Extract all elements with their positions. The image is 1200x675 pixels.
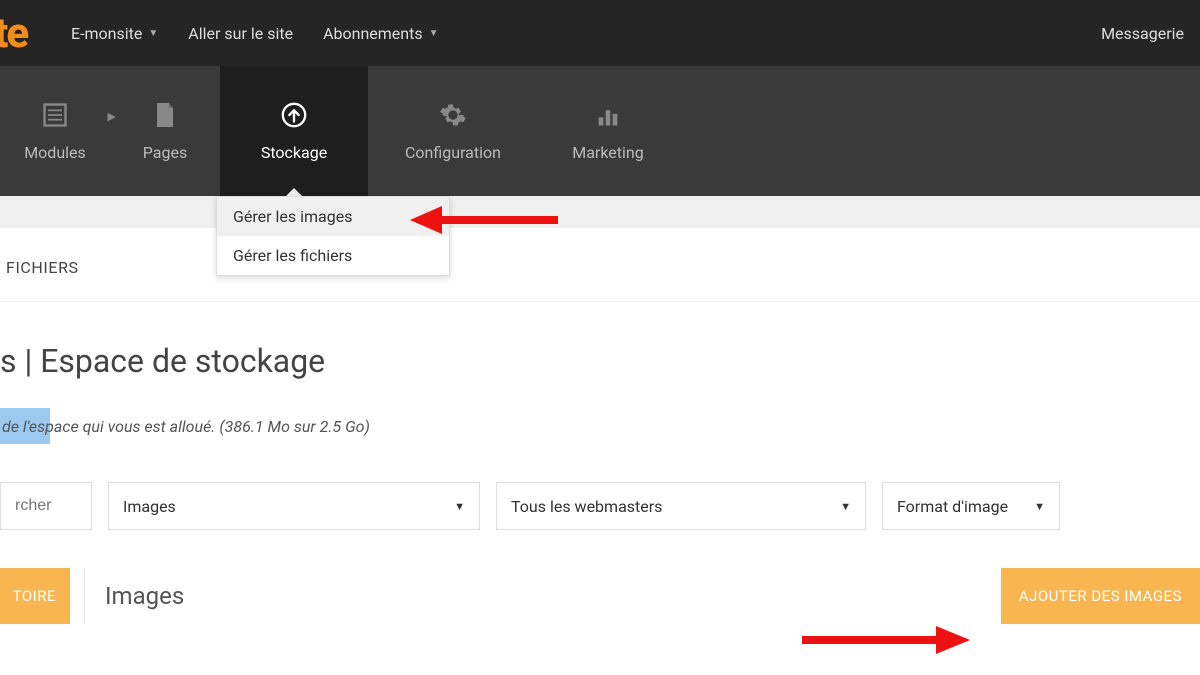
upload-icon <box>280 101 308 129</box>
section-title: Images <box>105 582 184 610</box>
directory-button[interactable]: TOIRE <box>0 568 70 624</box>
dropdown-label: Gérer les fichiers <box>233 246 352 265</box>
nav-item-pages[interactable]: Pages <box>110 66 220 196</box>
subnav-bar <box>0 196 1200 228</box>
top-menu-label: Aller sur le site <box>188 24 293 43</box>
page-title: s | Espace de stockage <box>0 302 1200 380</box>
top-menu: E-monsite ▼ Aller sur le site Abonnement… <box>71 24 439 43</box>
caret-down-icon: ▼ <box>429 28 439 39</box>
select-label: Format d'image <box>897 497 1008 516</box>
main-nav: Modules ▶ Pages Stockage Configuration M… <box>0 66 1200 196</box>
nav-label: Configuration <box>405 143 501 162</box>
caret-down-icon: ▼ <box>840 500 851 513</box>
chart-icon <box>594 101 622 129</box>
nav-label: Pages <box>143 143 187 162</box>
breadcrumb: FICHIERS <box>0 228 1200 277</box>
nav-label: Marketing <box>572 143 643 162</box>
nav-item-stockage[interactable]: Stockage <box>220 66 368 196</box>
nav-item-configuration[interactable]: Configuration <box>368 66 538 196</box>
select-label: Images <box>123 497 176 516</box>
filters-row: Images ▼ Tous les webmasters ▼ Format d'… <box>0 482 1200 530</box>
caret-down-icon: ▼ <box>454 500 465 513</box>
filter-select-type[interactable]: Images ▼ <box>108 482 480 530</box>
gear-icon <box>439 101 467 129</box>
top-menu-label: Messagerie <box>1101 24 1184 43</box>
top-menu-label: Abonnements <box>323 24 423 43</box>
nav-item-modules[interactable]: Modules ▶ <box>0 66 110 196</box>
logo[interactable]: te <box>0 0 55 66</box>
dropdown-label: Gérer les images <box>233 207 352 226</box>
page-icon <box>151 101 179 129</box>
annotation-arrow-2 <box>800 620 970 660</box>
topbar: te E-monsite ▼ Aller sur le site Abonnem… <box>0 0 1200 66</box>
filter-select-webmaster[interactable]: Tous les webmasters ▼ <box>496 482 866 530</box>
storage-usage-text: de l'espace qui vous est alloué. (386.1 … <box>0 417 370 436</box>
logo-text: te <box>0 9 27 58</box>
nav-label: Modules <box>24 143 86 162</box>
filter-select-format[interactable]: Format d'image ▼ <box>882 482 1060 530</box>
top-menu-abonnements[interactable]: Abonnements ▼ <box>323 24 438 43</box>
top-menu-goto-site[interactable]: Aller sur le site <box>188 24 293 43</box>
button-label: TOIRE <box>13 587 56 605</box>
top-menu-emonsite[interactable]: E-monsite ▼ <box>71 24 158 43</box>
top-menu-messagerie[interactable]: Messagerie <box>1101 24 1184 43</box>
bottom-row: TOIRE Images AJOUTER DES IMAGES <box>0 568 1200 624</box>
add-images-button[interactable]: AJOUTER DES IMAGES <box>1001 568 1200 624</box>
button-label: AJOUTER DES IMAGES <box>1019 587 1182 605</box>
annotation-arrow-1 <box>410 200 560 240</box>
nav-item-marketing[interactable]: Marketing <box>538 66 678 196</box>
select-label: Tous les webmasters <box>511 497 662 516</box>
nav-label: Stockage <box>261 143 327 162</box>
top-menu-label: E-monsite <box>71 24 142 43</box>
vertical-divider <box>84 568 85 624</box>
storage-usage-bar: de l'espace qui vous est alloué. (386.1 … <box>0 408 1200 444</box>
search-input[interactable] <box>0 482 92 530</box>
dropdown-item-fichiers[interactable]: Gérer les fichiers <box>217 236 449 275</box>
caret-down-icon: ▼ <box>148 28 158 39</box>
caret-down-icon: ▼ <box>1034 500 1045 513</box>
list-icon <box>41 101 69 129</box>
